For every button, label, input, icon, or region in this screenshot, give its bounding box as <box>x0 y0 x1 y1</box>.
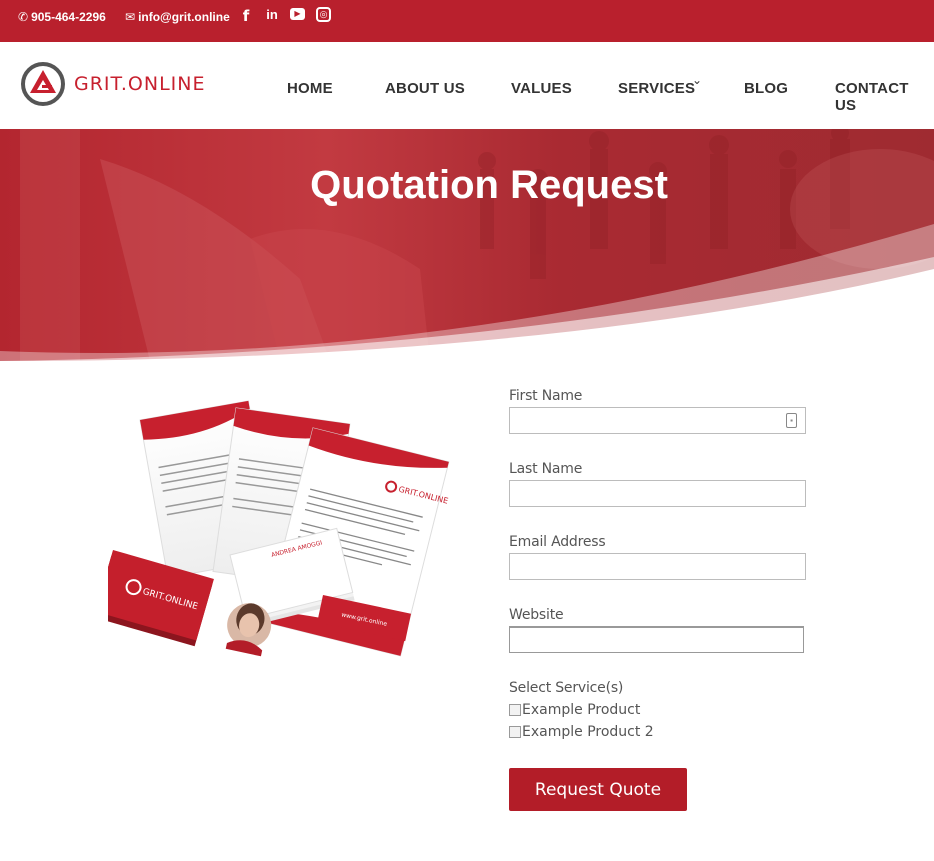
youtube-icon[interactable]: ▶ <box>290 8 305 20</box>
nav-services[interactable]: SERVICES <box>618 80 695 97</box>
logo-text: GRIT.ONLINE <box>74 73 206 95</box>
nav-blog[interactable]: BLOG <box>744 80 788 97</box>
chevron-down-icon[interactable]: ⌄ <box>692 73 702 87</box>
nav-about-us[interactable]: ABOUT US <box>385 80 465 97</box>
email-address: info@grit.online <box>138 10 230 24</box>
logo[interactable]: GRIT.ONLINE <box>20 61 206 107</box>
last-name-label: Last Name <box>509 461 583 477</box>
services-label: Select Service(s) <box>509 680 624 696</box>
email-field[interactable] <box>509 553 806 580</box>
instagram-icon[interactable]: ◎ <box>316 7 331 22</box>
last-name-input[interactable] <box>510 481 805 506</box>
hero-banner: Quotation Request <box>0 129 934 361</box>
nav-values[interactable]: VALUES <box>511 80 572 97</box>
nav-home[interactable]: HOME <box>287 80 333 97</box>
email-link[interactable]: ✉ info@grit.online <box>125 10 230 24</box>
top-bar: ✆ 905-464-2296 ✉ info@grit.online f in ▶… <box>0 0 934 42</box>
service-option-1[interactable]: Example Product <box>509 702 640 718</box>
service-2-checkbox[interactable] <box>509 726 521 738</box>
website-input[interactable] <box>510 628 803 652</box>
envelope-icon: ✉ <box>125 10 136 24</box>
first-name-label: First Name <box>509 388 583 404</box>
nav-contact-us[interactable]: CONTACT US <box>835 80 934 114</box>
stationery-image: GRIT.ONLINE ANDREA AMOGGI GRIT.ONLINE ww… <box>108 400 450 657</box>
service-option-2[interactable]: Example Product 2 <box>509 724 654 740</box>
website-label: Website <box>509 607 564 623</box>
last-name-field[interactable] <box>509 480 806 507</box>
grit-logo-icon <box>21 62 65 106</box>
website-field[interactable] <box>509 626 804 653</box>
facebook-icon[interactable]: f <box>240 7 252 25</box>
phone-number: 905-464-2296 <box>31 10 106 24</box>
linkedin-icon[interactable]: in <box>265 7 279 22</box>
request-quote-button[interactable]: Request Quote <box>509 768 687 811</box>
contact-card-icon[interactable]: ▪ <box>786 413 797 428</box>
first-name-input[interactable] <box>510 408 805 433</box>
page-title: Quotation Request <box>310 163 668 207</box>
service-1-checkbox[interactable] <box>509 704 521 716</box>
phone-icon: ✆ <box>18 10 29 24</box>
service-2-label: Example Product 2 <box>522 724 654 740</box>
email-label: Email Address <box>509 534 606 550</box>
site-header: GRIT.ONLINE HOME ABOUT US VALUES SERVICE… <box>0 42 934 129</box>
phone-link[interactable]: ✆ 905-464-2296 <box>18 10 106 24</box>
email-input[interactable] <box>510 554 805 579</box>
service-1-label: Example Product <box>522 702 641 718</box>
first-name-field[interactable]: ▪ <box>509 407 806 434</box>
